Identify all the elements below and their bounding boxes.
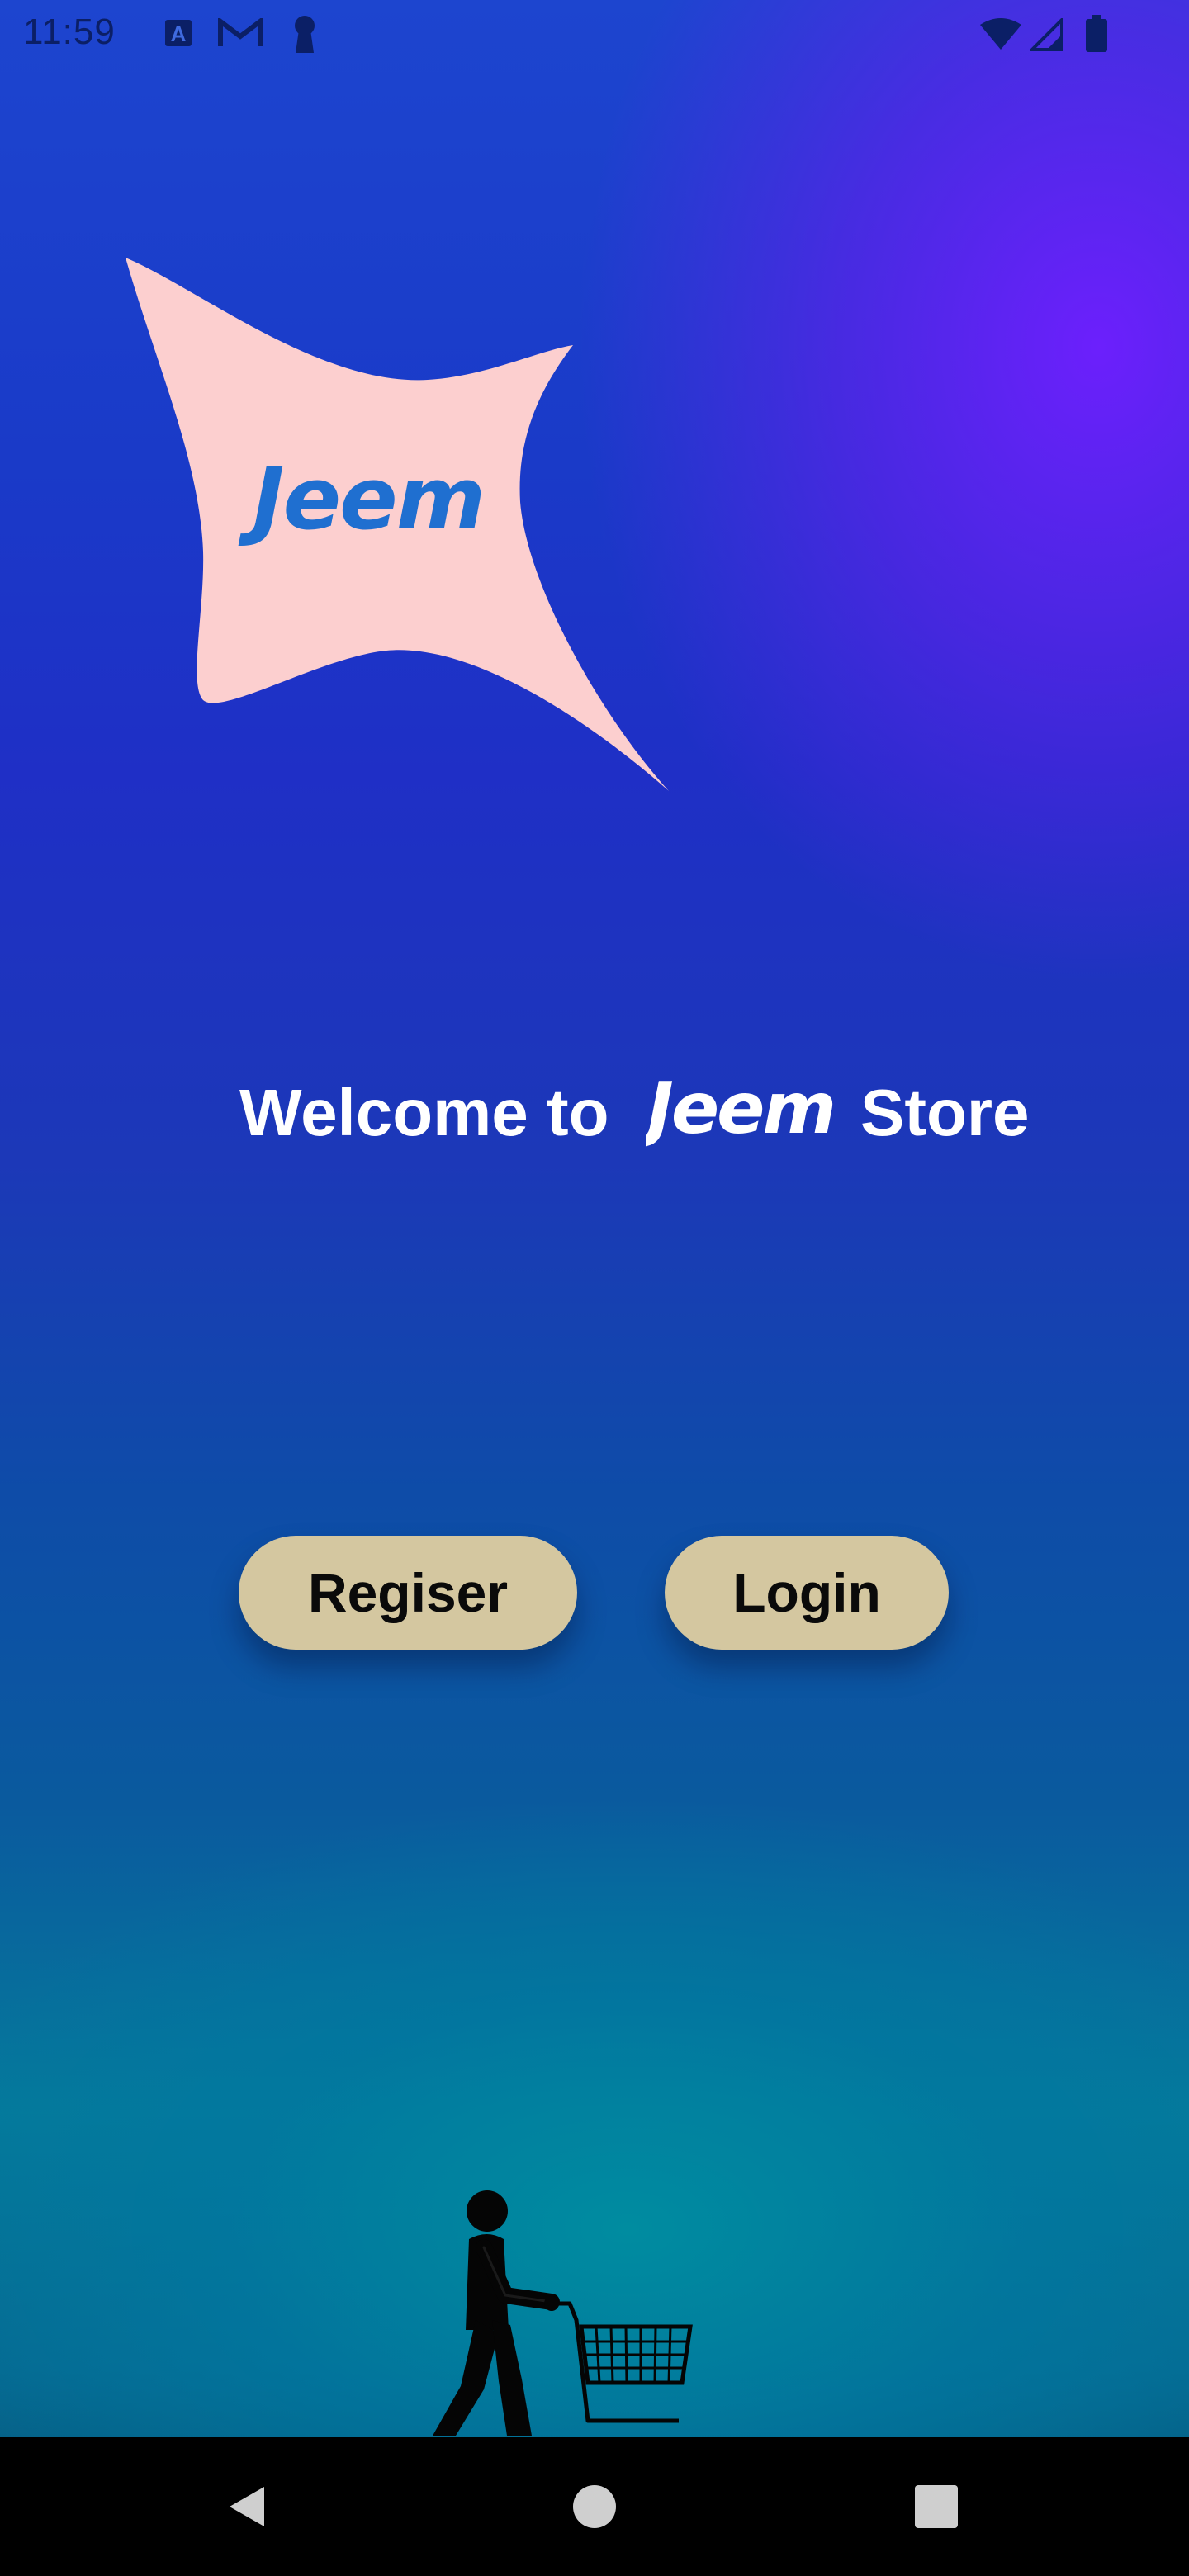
register-button[interactable]: Regiser bbox=[239, 1536, 577, 1650]
status-time: 11:59 bbox=[23, 12, 116, 52]
home-button[interactable] bbox=[512, 2437, 677, 2576]
wifi-icon bbox=[979, 18, 1022, 55]
battery-icon bbox=[1085, 15, 1108, 57]
welcome-brand-logo: Jeem bbox=[646, 1068, 836, 1149]
gmail-icon bbox=[218, 17, 263, 52]
status-bar: 11:59 A bbox=[0, 0, 1189, 69]
a-box-icon: A bbox=[163, 18, 193, 52]
recents-button[interactable] bbox=[854, 2437, 1019, 2576]
welcome-screen: 11:59 A Jeem Welcome to Jeem Store Regis… bbox=[0, 0, 1189, 2576]
recents-icon bbox=[915, 2485, 958, 2528]
back-icon bbox=[230, 2487, 264, 2526]
shopper-with-cart-icon bbox=[413, 2188, 710, 2436]
jeem-logo: Jeem bbox=[122, 254, 675, 791]
welcome-heading: Welcome to Jeem Store bbox=[0, 1065, 1189, 1164]
logo-star-shape: Jeem bbox=[126, 258, 669, 791]
svg-text:A: A bbox=[171, 21, 187, 46]
back-button[interactable] bbox=[165, 2437, 330, 2576]
home-icon bbox=[573, 2485, 616, 2528]
welcome-prefix: Welcome to bbox=[239, 1076, 609, 1149]
welcome-brand: Jeem bbox=[646, 1068, 834, 1149]
logo-wordmark: Jeem bbox=[238, 448, 484, 549]
login-button[interactable]: Login bbox=[665, 1536, 949, 1650]
signal-icon bbox=[1028, 16, 1063, 55]
keyhole-icon bbox=[291, 15, 319, 59]
navigation-bar bbox=[0, 2437, 1189, 2576]
welcome-suffix: Store bbox=[860, 1076, 1030, 1149]
